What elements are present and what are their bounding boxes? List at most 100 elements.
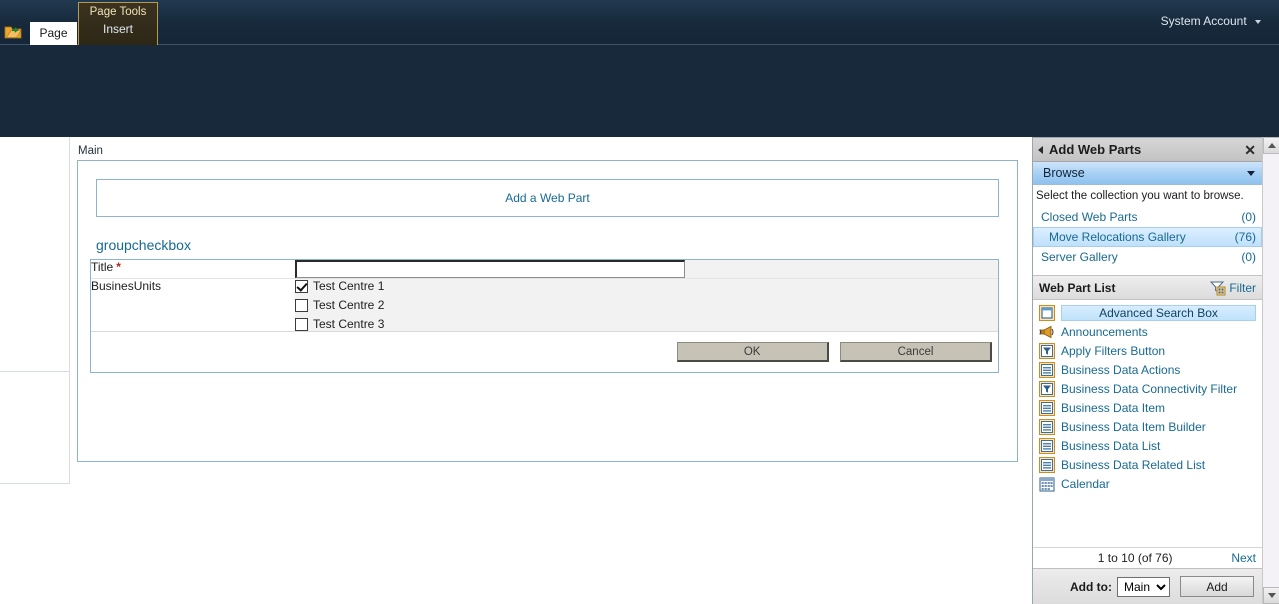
gallery-name: Move Relocations Gallery <box>1049 230 1186 244</box>
list-item-label: Business Data Related List <box>1061 457 1206 472</box>
sidebar-item-2[interactable]: sion <box>0 333 69 353</box>
sidebar-divider <box>0 371 69 372</box>
add-web-part-button[interactable]: Add a Web Part <box>96 179 999 217</box>
webpart-form-table: Title * BusinesUnits Test Centre 1 Test … <box>91 260 998 331</box>
webpart-zone: Add a Web Part groupcheckbox Title * Bus… <box>77 160 1018 462</box>
ribbon-bar: Page Page Tools Insert System Account <box>0 0 1279 45</box>
filter-link[interactable]: Filter <box>1229 281 1256 295</box>
scroll-up-button[interactable] <box>1263 137 1279 154</box>
list-item-advanced-search-box[interactable]: Advanced Search Box <box>1033 303 1262 322</box>
title-field-label-cell: Title * <box>91 260 295 279</box>
list-item-announcements[interactable]: Announcements <box>1033 322 1262 341</box>
list-item-apply-filters-button[interactable]: Apply Filters Button <box>1033 341 1262 360</box>
list-item-label: Business Data Item Builder <box>1061 419 1206 434</box>
tab-page[interactable]: Page <box>30 22 77 45</box>
checkbox-row-1[interactable]: Test Centre 2 <box>295 298 998 312</box>
title-field-label: Title <box>91 260 114 274</box>
list-item-business-data-related-list[interactable]: Business Data Related List <box>1033 455 1262 474</box>
checkbox-row-2[interactable]: Test Centre 3 <box>295 317 998 331</box>
table-row: Title * <box>91 260 998 279</box>
list-item-label: Apply Filters Button <box>1061 343 1166 358</box>
list-window-icon <box>1039 361 1055 378</box>
sidebar-item-0[interactable]: ments <box>0 173 69 193</box>
arrow-down-icon <box>1267 593 1276 598</box>
checkbox-test-centre-2[interactable] <box>295 298 308 312</box>
title-input[interactable] <box>295 260 685 278</box>
browse-dropdown[interactable]: Browse <box>1033 162 1262 185</box>
add-to-zone-select[interactable]: Main <box>1117 576 1170 597</box>
checkbox-label: Test Centre 3 <box>313 317 385 331</box>
list-item-label: Calendar <box>1061 476 1110 491</box>
checkbox-row-0[interactable]: Test Centre 1 <box>295 279 998 293</box>
arrow-up-icon <box>1267 143 1276 148</box>
tab-insert[interactable]: Insert <box>79 22 157 36</box>
list-item-business-data-item-builder[interactable]: Business Data Item Builder <box>1033 417 1262 436</box>
checkbox-label: Test Centre 2 <box>313 298 385 312</box>
businessunits-value-cell: Test Centre 1 Test Centre 2 Test Centre … <box>295 278 998 331</box>
panel-footer: Add to: Main Add <box>1033 568 1262 604</box>
sidebar-item-recycle-bin[interactable]: in <box>0 376 69 396</box>
page-tools-group-label: Page Tools <box>89 6 147 18</box>
businessunits-label-cell: BusinesUnits <box>91 278 295 331</box>
form-button-row: OK Cancel <box>91 331 998 372</box>
checkbox-test-centre-3[interactable] <box>295 317 308 331</box>
sidebar-item-all-site-content[interactable]: ontent <box>0 396 69 416</box>
list-item-label: Business Data Actions <box>1061 362 1181 377</box>
funnel-icon <box>1039 342 1055 359</box>
scroll-down-button[interactable] <box>1263 587 1279 604</box>
web-part-list-title: Web Part List <box>1039 280 1116 295</box>
pagination-bar: 1 to 10 (of 76) Next <box>1033 547 1262 568</box>
gallery-item-closed-web-parts[interactable]: Closed Web Parts (0) <box>1033 207 1262 227</box>
checkbox-test-centre-1[interactable] <box>295 279 308 293</box>
list-window-icon <box>1039 399 1055 416</box>
add-web-part-label: Add a Web Part <box>505 191 590 205</box>
list-item-business-data-connectivity-filter[interactable]: Business Data Connectivity Filter <box>1033 379 1262 398</box>
list-item-label: Advanced Search Box <box>1061 304 1256 321</box>
required-marker: * <box>116 260 121 274</box>
calendar-icon <box>1039 477 1055 491</box>
list-item-business-data-item[interactable]: Business Data Item <box>1033 398 1262 417</box>
gallery-name: Server Gallery <box>1041 250 1118 264</box>
gallery-count: (0) <box>1241 250 1256 264</box>
welcome-menu-label: System Account <box>1160 14 1247 28</box>
add-button[interactable]: Add <box>1180 576 1254 597</box>
list-window-icon <box>1039 437 1055 454</box>
web-part-list: Advanced Search Box Announcements Apply … <box>1033 300 1262 500</box>
list-window-icon <box>1039 418 1055 435</box>
list-item-label: Business Data Item <box>1061 400 1166 415</box>
list-item-label: Business Data List <box>1061 438 1161 453</box>
gallery-item-server-gallery[interactable]: Server Gallery (0) <box>1033 247 1262 267</box>
browse-label: Browse <box>1043 166 1085 180</box>
sidebar-item-1[interactable]: ox <box>0 277 69 297</box>
web-part-list-header: Web Part List Filter <box>1033 275 1262 300</box>
panel-titlebar: Add Web Parts ✕ <box>1033 138 1262 162</box>
chevron-left-icon[interactable] <box>1038 145 1043 154</box>
filter-icon[interactable] <box>1210 280 1226 296</box>
list-item-label: Announcements <box>1061 324 1148 339</box>
close-icon[interactable]: ✕ <box>1242 143 1258 157</box>
gallery-item-move-relocations-gallery[interactable]: Move Relocations Gallery (76) <box>1033 227 1262 247</box>
next-page-link[interactable]: Next <box>1231 551 1256 565</box>
add-to-label: Add to: <box>1070 579 1112 594</box>
list-window-icon <box>1039 456 1055 473</box>
page-tools-contextual-group: Page Tools Insert <box>78 2 158 45</box>
webpart-title[interactable]: groupcheckbox <box>96 237 1017 253</box>
title-field-value-cell <box>295 260 998 279</box>
cancel-button[interactable]: Cancel <box>840 342 992 362</box>
webpart-edit-panel: Title * BusinesUnits Test Centre 1 Test … <box>90 259 999 373</box>
funnel-icon <box>1039 380 1055 397</box>
businessunits-label: BusinesUnits <box>91 279 162 293</box>
site-header-band <box>0 45 1279 137</box>
list-item-business-data-list[interactable]: Business Data List <box>1033 436 1262 455</box>
webpart-zone-label: Main <box>78 145 103 157</box>
ok-button[interactable]: OK <box>676 342 829 362</box>
welcome-menu[interactable]: System Account <box>1161 14 1261 28</box>
checkbox-label: Test Centre 1 <box>313 279 385 293</box>
site-actions-icon[interactable] <box>4 24 22 40</box>
list-item-business-data-actions[interactable]: Business Data Actions <box>1033 360 1262 379</box>
vertical-scrollbar[interactable] <box>1262 137 1279 604</box>
tab-page-label: Page <box>39 26 68 40</box>
list-item-calendar[interactable]: Calendar <box>1033 474 1262 493</box>
megaphone-icon <box>1039 325 1054 338</box>
pagination-text: 1 to 10 (of 76) <box>1097 551 1173 565</box>
